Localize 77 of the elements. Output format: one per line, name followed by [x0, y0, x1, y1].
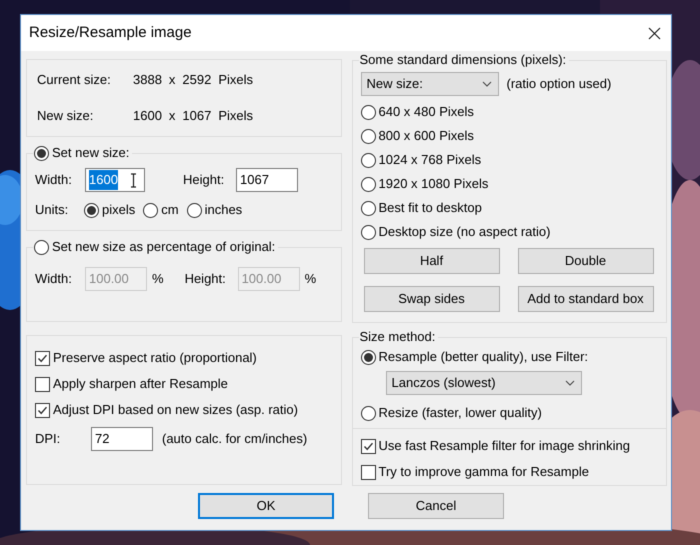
field-label: Height:: [183, 171, 226, 190]
dialog-button[interactable]: Swap sides: [364, 286, 500, 312]
unit-label: Pixels: [218, 106, 254, 124]
field-label: DPI:: [35, 430, 62, 448]
hint-text: (auto calc. for cm/inches): [162, 430, 308, 448]
size-value: 3888: [133, 71, 162, 89]
dialog-button[interactable]: Cancel: [368, 493, 504, 519]
radio-button[interactable]: [34, 146, 49, 160]
radio-label[interactable]: 640 x 480 Pixels: [378, 102, 474, 122]
dialog-button[interactable]: Double: [518, 248, 654, 274]
info-label: New size:: [37, 106, 94, 124]
checkbox-label[interactable]: Use fast Resample filter for image shrinking: [378, 436, 630, 456]
size-value: 1600: [133, 106, 162, 124]
dialog-button[interactable]: Add to standard box: [518, 286, 654, 312]
info-label: Current size:: [37, 71, 112, 89]
checkbox[interactable]: [35, 402, 50, 418]
width-field: 100.00: [85, 267, 147, 291]
radio-label[interactable]: Set new size:: [52, 145, 130, 161]
width-field[interactable]: 1600: [85, 168, 145, 192]
radio-button[interactable]: [360, 200, 376, 216]
radio-button[interactable]: [360, 224, 376, 240]
size-value: 1067: [182, 106, 212, 124]
radio-button[interactable]: [360, 406, 376, 420]
height-field: 100.00: [238, 267, 300, 291]
radio-button[interactable]: [360, 350, 376, 364]
radio-label[interactable]: inches: [204, 200, 242, 220]
radio-label[interactable]: Best fit to desktop: [378, 198, 482, 218]
size-dropdown[interactable]: New size:: [360, 72, 498, 96]
text-cursor-icon: [130, 173, 137, 188]
dpi-field[interactable]: 72: [91, 427, 153, 451]
group-title: Size method:: [360, 329, 436, 345]
check-icon: [362, 440, 374, 452]
radio-label[interactable]: cm: [161, 200, 179, 220]
radio-button[interactable]: [360, 176, 376, 192]
window-title: Resize/Resample image: [29, 22, 192, 43]
radio-button[interactable]: [360, 128, 376, 144]
height-field[interactable]: 1067: [236, 168, 298, 192]
radio-label[interactable]: Resample (better quality), use Filter:: [378, 347, 588, 367]
checkbox[interactable]: [360, 438, 376, 454]
radio-label[interactable]: 1024 x 768 Pixels: [378, 150, 482, 170]
radio-button[interactable]: [186, 202, 202, 218]
checkbox-label[interactable]: Adjust DPI based on new sizes (asp. ratio): [53, 400, 298, 420]
radio-button[interactable]: [84, 202, 99, 218]
checkbox[interactable]: [35, 376, 50, 392]
checkbox-label[interactable]: Try to improve gamma for Resample: [378, 462, 589, 482]
radio-label[interactable]: 1920 x 1080 Pixels: [378, 174, 488, 194]
percent-sign: %: [304, 270, 316, 288]
check-icon: [37, 352, 48, 364]
times-sign: x: [168, 71, 176, 89]
radio-label[interactable]: Resize (faster, lower quality): [378, 403, 542, 423]
field-label: Units:: [35, 201, 70, 220]
radio-label[interactable]: pixels: [102, 200, 136, 220]
field-label: Width:: [35, 270, 73, 288]
caret-icon: [482, 81, 492, 87]
checkbox-label[interactable]: Apply sharpen after Resample: [53, 374, 228, 394]
checkbox[interactable]: [360, 464, 376, 480]
unit-label: Pixels: [218, 71, 254, 89]
radio-label[interactable]: Desktop size (no aspect ratio): [378, 222, 550, 242]
dialog-button[interactable]: Half: [364, 248, 500, 274]
group-title: Some standard dimensions (pixels):: [360, 52, 566, 68]
percent-sign: %: [152, 270, 164, 288]
close-icon[interactable]: [648, 26, 661, 40]
check-icon: [37, 404, 48, 416]
caret-icon: [564, 380, 574, 386]
radio-button[interactable]: [360, 104, 376, 120]
checkbox[interactable]: [35, 350, 50, 366]
filter-dropdown[interactable]: Lanczos (slowest): [386, 371, 582, 395]
field-label: Width:: [35, 171, 73, 190]
radio-label[interactable]: 800 x 600 Pixels: [378, 126, 474, 146]
size-value: 2592: [182, 71, 212, 89]
times-sign: x: [168, 106, 176, 124]
hint-text: (ratio option used): [506, 75, 612, 94]
checkbox-label[interactable]: Preserve aspect ratio (proportional): [53, 348, 257, 368]
field-label: Height:: [184, 270, 227, 288]
dialog-button[interactable]: OK: [198, 493, 334, 519]
radio-button[interactable]: [360, 152, 376, 168]
radio-button[interactable]: [143, 202, 158, 218]
